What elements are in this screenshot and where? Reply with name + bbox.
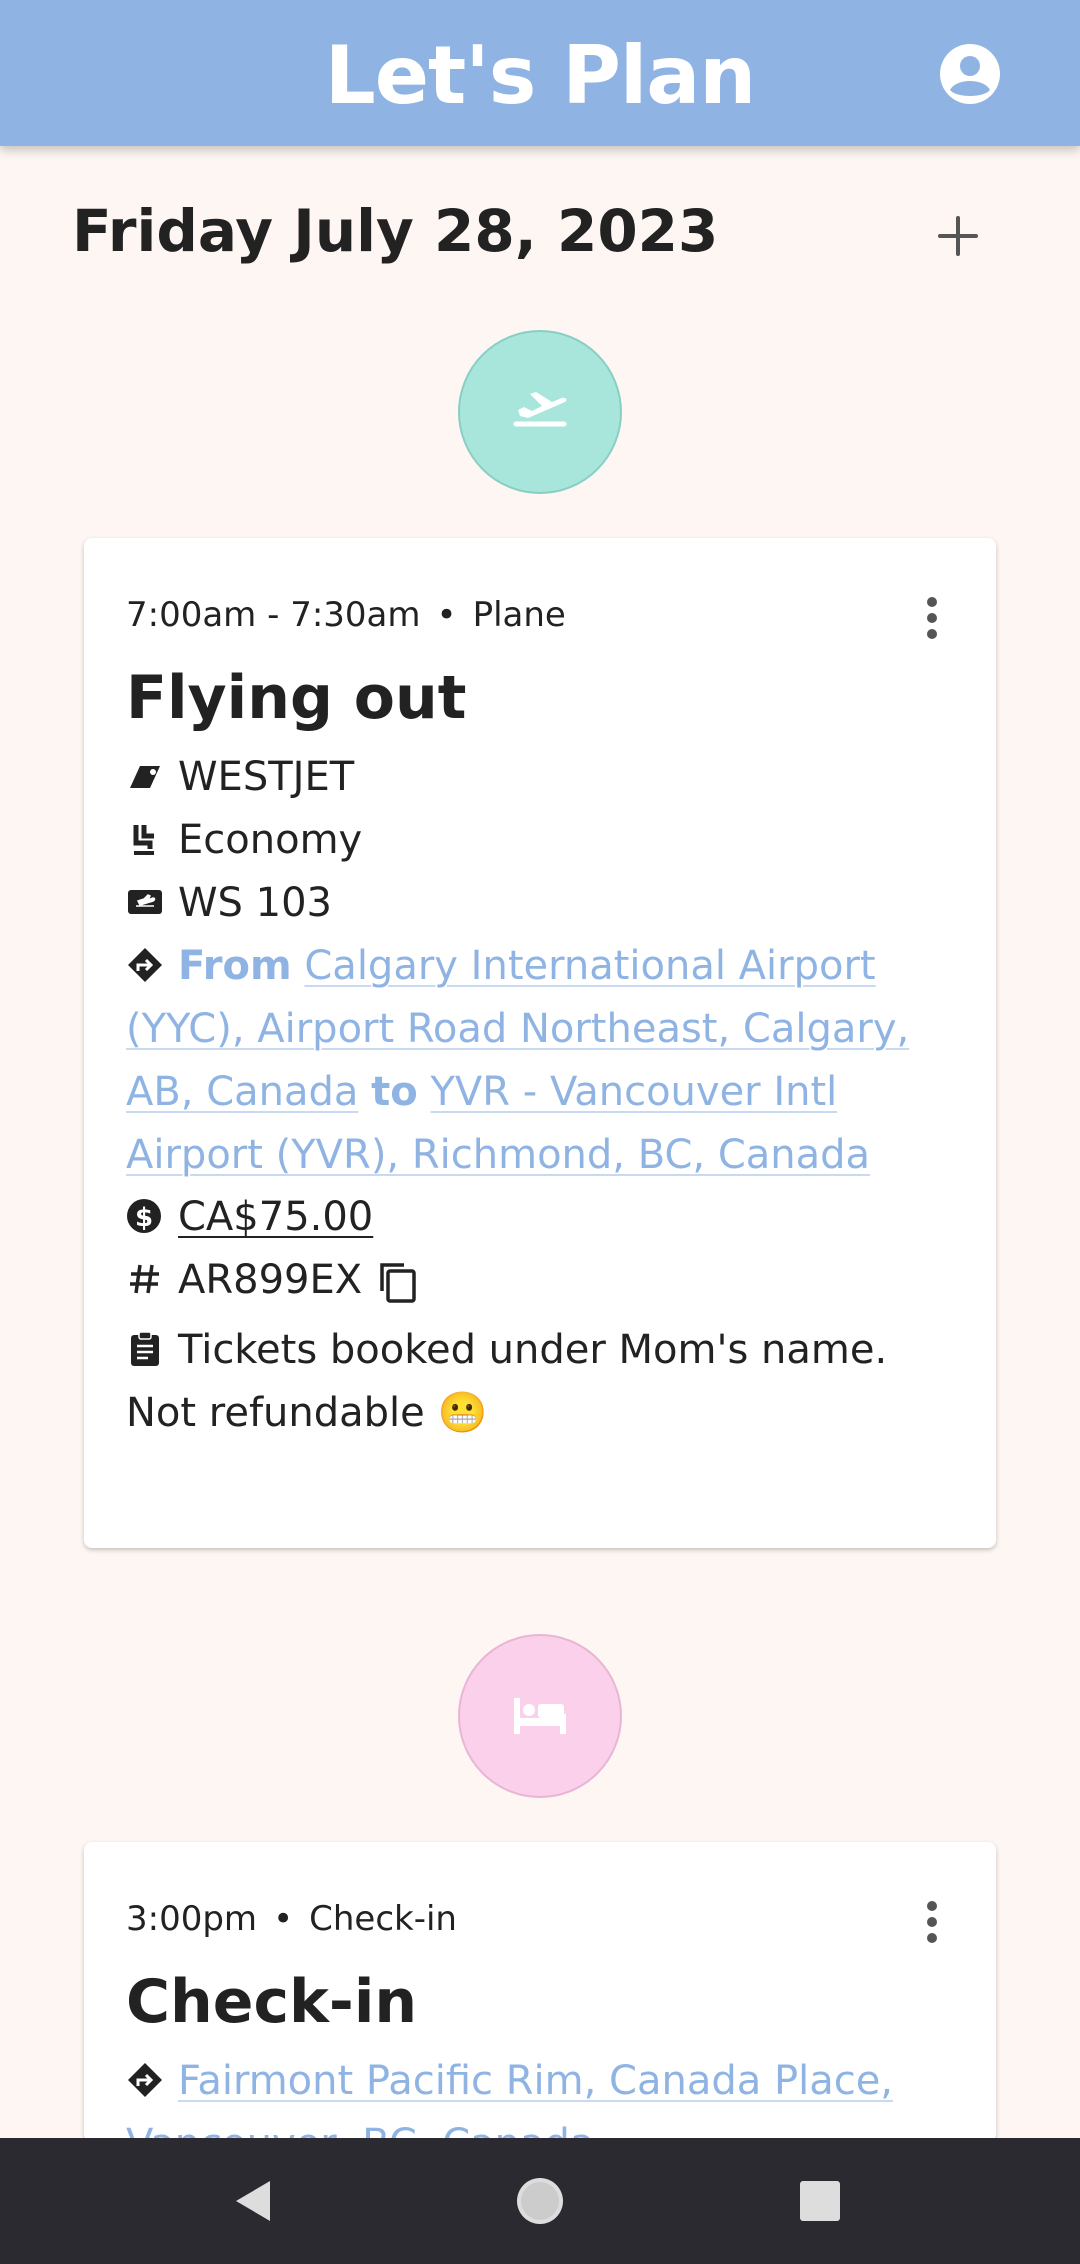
clipboard-icon xyxy=(126,1323,164,1366)
ticket-icon xyxy=(126,876,164,914)
event-title: Check-in xyxy=(126,1967,418,2037)
copy-icon[interactable] xyxy=(376,1259,420,1305)
location-link[interactable]: Fairmont Pacific Rim, Canada Place, Vanc… xyxy=(126,2058,893,2142)
home-icon[interactable] xyxy=(508,2169,572,2233)
flight-number-row: WS 103 xyxy=(126,872,956,935)
event-category: Check-in xyxy=(309,1899,457,1939)
notes-row: Tickets booked under Mom's name. Not ref… xyxy=(126,1319,956,1445)
seat-class: Economy xyxy=(178,817,363,863)
airline: WESTJET xyxy=(178,754,355,800)
route-to-label: to xyxy=(371,1069,418,1115)
recents-icon[interactable] xyxy=(788,2169,852,2233)
event-time: 7:00am - 7:30am xyxy=(126,595,421,635)
price-row: $ CA$75.00 xyxy=(126,1186,956,1249)
dollar-icon: $ xyxy=(126,1190,164,1233)
seat-icon xyxy=(126,813,164,855)
seat-class-row: Economy xyxy=(126,809,956,872)
plane-takeoff-icon xyxy=(513,392,567,427)
app-title: Let's Plan xyxy=(324,29,756,122)
tag-icon xyxy=(126,750,164,788)
account-circle-icon[interactable] xyxy=(934,38,1006,110)
directions-icon xyxy=(126,939,164,982)
more-vert-icon[interactable] xyxy=(922,594,942,642)
airline-row: WESTJET xyxy=(126,746,956,809)
plane-category-badge xyxy=(458,330,622,494)
back-icon[interactable] xyxy=(220,2169,284,2233)
hash-icon xyxy=(126,1253,164,1294)
event-card-checkin[interactable]: 3:00pm • Check-in Check-in Fairmont Pacifi… xyxy=(84,1842,996,2142)
event-card-flight[interactable]: 7:00am - 7:30am • Plane Flying out WESTJET… xyxy=(84,538,996,1548)
confirmation-number: AR899EX xyxy=(178,1257,363,1303)
route-row[interactable]: From Calgary International Airport (YYC)… xyxy=(126,935,956,1187)
event-title: Flying out xyxy=(126,663,467,733)
date-heading: Friday July 28, 2023 xyxy=(72,197,719,265)
more-vert-icon[interactable] xyxy=(922,1898,942,1946)
svg-text:$: $ xyxy=(135,1203,153,1233)
route-from-label: From xyxy=(178,943,292,989)
event-meta: 3:00pm • Check-in xyxy=(126,1899,457,1939)
bed-icon xyxy=(514,1698,566,1734)
directions-icon xyxy=(126,2054,164,2097)
event-notes: Tickets booked under Mom's name. Not ref… xyxy=(126,1327,888,1436)
event-category: Plane xyxy=(472,595,566,635)
system-nav-bar xyxy=(0,2138,1080,2264)
location-row[interactable]: Fairmont Pacific Rim, Canada Place, Vanc… xyxy=(126,2050,956,2142)
add-icon[interactable] xyxy=(930,208,986,264)
event-time: 3:00pm xyxy=(126,1899,258,1939)
event-meta: 7:00am - 7:30am • Plane xyxy=(126,595,566,635)
price[interactable]: CA$75.00 xyxy=(178,1194,373,1240)
flight-number: WS 103 xyxy=(178,880,333,926)
hotel-category-badge xyxy=(458,1634,622,1798)
app-bar: Let's Plan xyxy=(0,0,1080,146)
confirmation-row: AR899EX xyxy=(126,1249,956,1312)
